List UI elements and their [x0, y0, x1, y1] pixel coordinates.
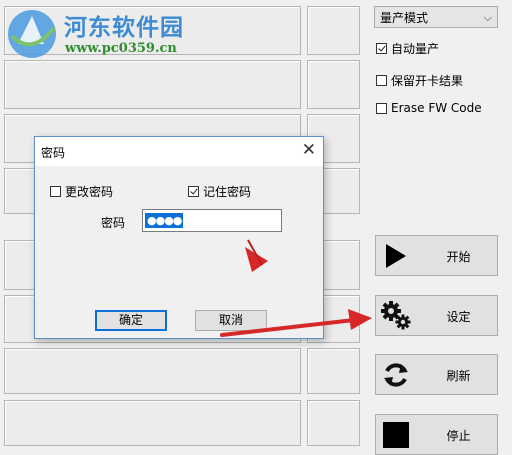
- change-password-checkbox[interactable]: 更改密码: [50, 183, 113, 199]
- checkbox-box[interactable]: [376, 74, 387, 86]
- ok-button[interactable]: 确定: [95, 310, 167, 331]
- watermark: 河东软件园 www.pc0359.cn: [4, 4, 214, 66]
- watermark-url: www.pc0359.cn: [65, 41, 177, 56]
- password-mask: ●●●●: [145, 213, 184, 228]
- chevron-down-icon: ⌵: [483, 11, 492, 24]
- settings-button-label: 设定: [446, 310, 471, 324]
- cancel-button[interactable]: 取消: [195, 310, 267, 331]
- password-input[interactable]: ●●●●: [142, 209, 282, 232]
- port-slot: [4, 60, 301, 109]
- port-slot: [307, 400, 360, 446]
- port-slot: [307, 6, 360, 55]
- password-dialog: 密码 ✕ 更改密码 记住密码 密码 ●●●● 确定 取消: [34, 136, 324, 339]
- gears-icon: [381, 301, 411, 330]
- stop-icon: [383, 422, 409, 448]
- checkbox-label: 更改密码: [65, 184, 114, 199]
- refresh-button[interactable]: 刷新: [375, 354, 498, 395]
- checkbox-box[interactable]: [376, 42, 387, 54]
- checkbox-box[interactable]: [376, 102, 387, 114]
- start-button-label: 开始: [446, 250, 471, 264]
- checkbox-label: 保留开卡结果: [391, 73, 464, 88]
- mode-select[interactable]: 量产模式 ⌵: [374, 6, 498, 28]
- settings-button[interactable]: 设定: [375, 295, 498, 336]
- play-icon: [386, 244, 406, 268]
- auto-production-checkbox[interactable]: 自动量产: [376, 40, 439, 56]
- dialog-titlebar[interactable]: 密码 ✕: [35, 137, 323, 166]
- password-label: 密码: [101, 216, 126, 230]
- checkbox-box[interactable]: [50, 185, 61, 197]
- erase-fw-code-checkbox[interactable]: Erase FW Code: [376, 100, 482, 116]
- close-icon[interactable]: ✕: [302, 140, 316, 160]
- port-slot: [307, 348, 360, 394]
- port-slot: [4, 348, 301, 394]
- checkbox-label: 自动量产: [391, 41, 440, 56]
- port-slot: [307, 60, 360, 109]
- watermark-title: 河东软件园: [64, 14, 184, 41]
- watermark-logo-icon: [8, 10, 56, 58]
- stop-button-label: 停止: [446, 429, 471, 443]
- mode-select-value: 量产模式: [380, 10, 429, 25]
- refresh-icon: [384, 363, 408, 387]
- stop-button[interactable]: 停止: [375, 414, 498, 455]
- keep-card-result-checkbox[interactable]: 保留开卡结果: [376, 72, 463, 88]
- checkbox-label: 记住密码: [203, 184, 252, 199]
- port-slot: [4, 400, 301, 446]
- remember-password-checkbox[interactable]: 记住密码: [188, 183, 251, 199]
- dialog-title: 密码: [41, 146, 66, 160]
- start-button[interactable]: 开始: [375, 235, 498, 276]
- checkbox-label: Erase FW Code: [391, 101, 482, 115]
- refresh-button-label: 刷新: [446, 369, 471, 383]
- checkbox-box[interactable]: [188, 185, 199, 197]
